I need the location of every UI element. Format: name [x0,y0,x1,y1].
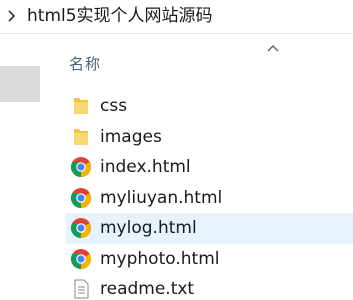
chrome-html-icon [70,248,92,270]
file-list: css images index.html myliuyan.html mylog.ht… [66,91,353,300]
file-name: css [100,96,128,116]
file-row[interactable]: myphoto.html [66,244,353,275]
file-name: mylog.html [100,218,197,238]
file-row[interactable]: images [66,122,353,153]
column-header-name[interactable]: 名称 [53,34,353,86]
file-row[interactable]: mylog.html [66,213,353,244]
breadcrumb-current-folder[interactable]: html5实现个人网站源码 [27,5,213,27]
column-name-label: 名称 [69,55,102,73]
file-explorer-window: html5实现个人网站源码 名称 css images index.html myli… [0,0,353,300]
file-row[interactable]: myliuyan.html [66,183,353,214]
file-name: myphoto.html [100,248,220,269]
text-file-icon [70,278,92,300]
file-row[interactable]: css [66,91,353,122]
chrome-html-icon [70,187,92,209]
address-bar[interactable]: html5实现个人网站源码 [0,0,353,34]
nav-selected-item[interactable] [0,66,40,102]
file-name: myliuyan.html [100,187,223,208]
file-row[interactable]: readme.txt [66,274,353,300]
folder-icon [70,95,92,117]
folder-icon [70,126,92,148]
chrome-html-icon [70,156,92,178]
chrome-html-icon [70,217,92,239]
file-name: readme.txt [100,279,195,299]
sort-up-icon [267,45,279,52]
chevron-right-icon[interactable] [7,9,17,23]
file-row[interactable]: index.html [66,152,353,183]
file-name: images [100,126,162,147]
navigation-pane [0,34,52,300]
file-name: index.html [100,157,191,177]
